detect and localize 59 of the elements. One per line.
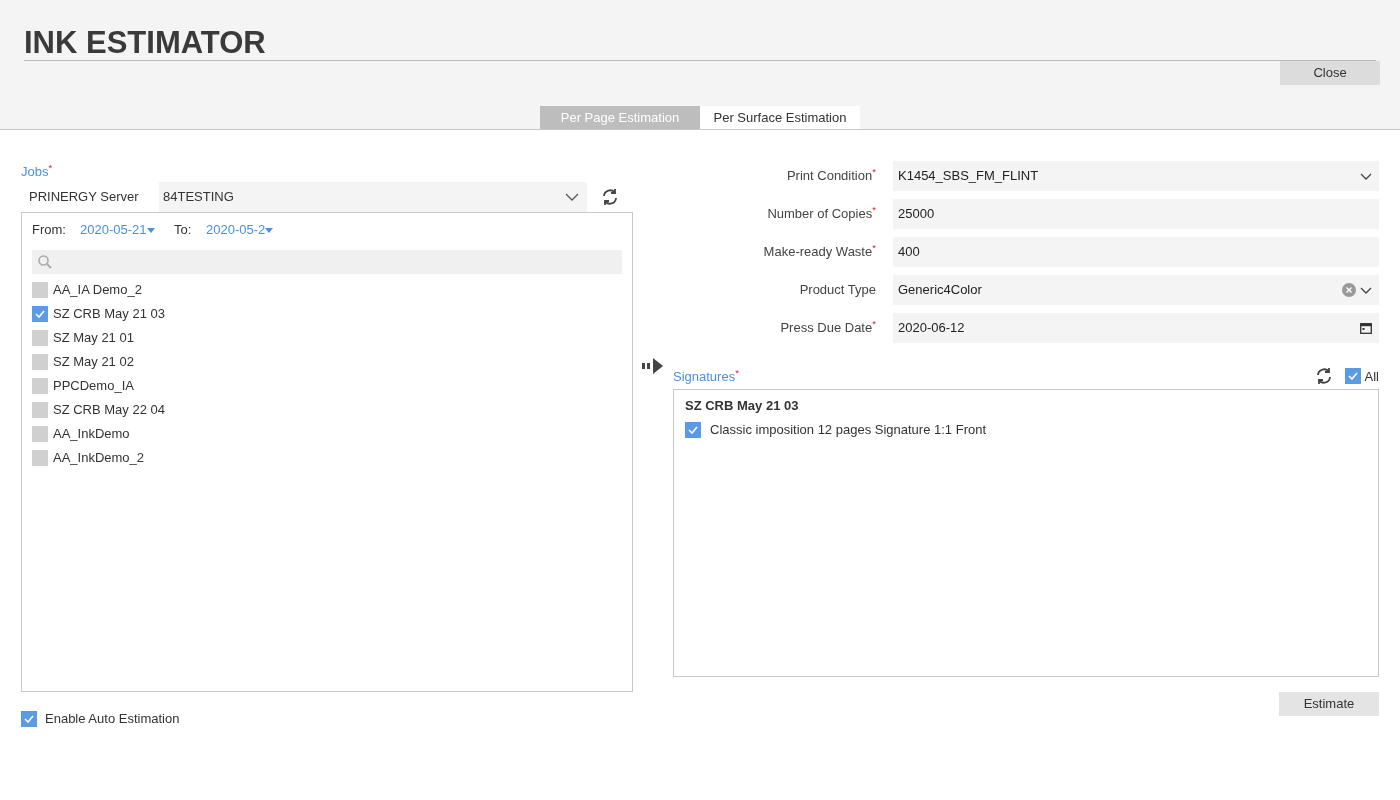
job-name[interactable]: PPCDemo_IA bbox=[53, 376, 134, 396]
chevron-down-icon bbox=[1360, 286, 1372, 294]
checkbox[interactable] bbox=[32, 282, 48, 298]
checkbox[interactable] bbox=[32, 426, 48, 442]
job-name[interactable]: SZ CRB May 22 04 bbox=[53, 400, 165, 420]
clear-icon[interactable] bbox=[1342, 283, 1356, 297]
job-name[interactable]: SZ May 21 02 bbox=[53, 352, 134, 372]
checkbox[interactable] bbox=[32, 330, 48, 346]
date-field[interactable]: 2020-06-12 bbox=[893, 313, 1379, 343]
auto-estimation-label: Enable Auto Estimation bbox=[45, 710, 180, 728]
caret-icon bbox=[265, 227, 274, 233]
signature-group-title: SZ CRB May 21 03 bbox=[685, 398, 800, 414]
check-icon bbox=[35, 310, 45, 318]
calendar-icon[interactable] bbox=[1360, 322, 1372, 334]
caret-icon bbox=[146, 227, 155, 233]
search-field[interactable] bbox=[32, 250, 622, 274]
signature-name[interactable]: Classic imposition 12 pages Signature 1:1 Front bbox=[710, 420, 987, 440]
from-label: From: bbox=[32, 221, 67, 240]
all-label: All bbox=[1364, 367, 1379, 386]
checkbox[interactable] bbox=[32, 306, 48, 322]
checkbox[interactable] bbox=[32, 378, 48, 394]
field-label: Press Due Date$^{*}$ bbox=[779, 318, 877, 338]
field-label: Make-ready Waste$^{*}$ bbox=[762, 242, 877, 262]
check-icon bbox=[24, 714, 34, 723]
chevron-down-icon bbox=[565, 193, 579, 201]
field-label: Number of Copies$^{*}$ bbox=[766, 204, 877, 224]
page-title: INK ESTIMATOR bbox=[24, 26, 266, 60]
server-label: PRINERGY Server bbox=[28, 188, 140, 207]
input-field[interactable]: 25000 bbox=[893, 199, 1379, 229]
dropdown[interactable]: Generic4Color bbox=[893, 275, 1379, 305]
close-button[interactable]: Close bbox=[1280, 61, 1380, 85]
checkbox[interactable] bbox=[1344, 368, 1361, 385]
job-name[interactable]: AA_InkDemo_2 bbox=[53, 448, 145, 468]
signatures-label: Signatures$^{*}$ bbox=[673, 366, 739, 386]
checkbox[interactable] bbox=[32, 450, 48, 466]
job-name[interactable]: SZ CRB May 21 03 bbox=[53, 304, 165, 324]
check-icon bbox=[1347, 372, 1358, 381]
dropdown[interactable]: K1454_SBS_FM_FLINT bbox=[893, 161, 1379, 191]
field-label: Print Condition$^{*}$ bbox=[785, 166, 877, 186]
transfer-arrow-icon bbox=[642, 358, 664, 375]
checkbox[interactable] bbox=[21, 710, 37, 727]
jobs-label: Jobs$^{*}$ bbox=[21, 164, 53, 179]
field-label: Product Type bbox=[798, 281, 877, 300]
refresh-icon[interactable] bbox=[601, 188, 619, 206]
refresh-icon[interactable] bbox=[1314, 367, 1333, 386]
tab[interactable]: Per Surface Estimation bbox=[700, 106, 860, 129]
check-icon bbox=[688, 426, 698, 434]
search-icon bbox=[38, 255, 52, 269]
chevron-down-icon bbox=[1360, 172, 1372, 180]
job-name[interactable]: AA_InkDemo bbox=[53, 424, 130, 444]
to-label: To: bbox=[174, 221, 193, 240]
job-name[interactable]: AA_IA Demo_2 bbox=[53, 280, 142, 300]
input-field[interactable]: 400 bbox=[893, 237, 1379, 267]
job-name[interactable]: SZ May 21 01 bbox=[53, 328, 134, 348]
server-dropdown[interactable]: 84TESTING bbox=[159, 182, 587, 212]
checkbox[interactable] bbox=[685, 422, 701, 438]
checkbox[interactable] bbox=[32, 354, 48, 370]
checkbox[interactable] bbox=[32, 402, 48, 418]
estimate-button[interactable]: Estimate bbox=[1279, 692, 1379, 716]
